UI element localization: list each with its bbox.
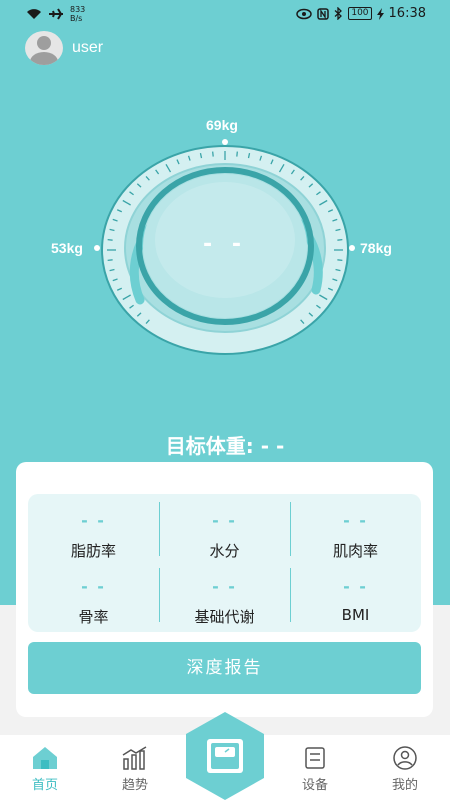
metric-value: - - [81, 577, 106, 596]
metric-body-fat[interactable]: - - 脂肪率 [28, 512, 159, 568]
avatar[interactable] [25, 31, 63, 65]
gauge-left-label: 53kg [51, 240, 83, 256]
gauge-tick [107, 259, 113, 261]
metric-value: - - [343, 577, 368, 596]
metric-muscle[interactable]: - - 肌肉率 [290, 512, 421, 568]
gauge-right-label: 78kg [360, 240, 392, 256]
tab-device[interactable]: 设备 [285, 745, 345, 793]
nfc-icon [317, 7, 330, 20]
device-icon [305, 747, 325, 769]
home-icon [33, 747, 57, 769]
airplane-icon [49, 8, 63, 20]
tab-home[interactable]: 首页 [15, 745, 75, 793]
metric-label: 基础代谢 [194, 608, 255, 626]
divider [159, 502, 160, 556]
battery-indicator: 100 [348, 7, 372, 20]
metric-label: 骨率 [78, 608, 109, 626]
gauge-tick [337, 239, 343, 241]
tab-home-label: 首页 [31, 778, 58, 793]
metric-value: - - [212, 577, 237, 596]
tab-mine-label: 我的 [391, 778, 418, 793]
metrics-grid: - - 脂肪率 - - 水分 - - 肌肉率 - - 骨率 - - 基础代谢 -… [28, 494, 421, 632]
metric-bmi[interactable]: - - BMI [290, 578, 421, 634]
target-weight: 目标体重: - - [165, 434, 285, 458]
status-bar: 833 B/s 100 16:38 [0, 0, 450, 28]
metric-value: - - [81, 511, 106, 530]
tab-trend[interactable]: 趋势 [105, 745, 165, 793]
divider [290, 502, 291, 556]
deep-report-button[interactable]: 深度报告 [28, 642, 421, 694]
profile-icon [393, 746, 417, 770]
weigh-button[interactable] [184, 710, 266, 800]
user-name: user [72, 39, 104, 56]
trend-chart-icon [122, 746, 147, 770]
clock: 16:38 [388, 6, 426, 21]
metric-value: - - [212, 511, 237, 530]
metric-label: 水分 [209, 542, 240, 560]
divider [159, 568, 160, 622]
tab-trend-label: 趋势 [121, 778, 148, 793]
charging-icon [376, 7, 384, 20]
metric-water[interactable]: - - 水分 [159, 512, 290, 568]
metric-bmr[interactable]: - - 基础代谢 [159, 578, 290, 634]
weight-gauge: 69kg 53kg 78kg - - [0, 100, 450, 380]
metric-label: 肌肉率 [332, 542, 378, 560]
gauge-tick [337, 259, 343, 261]
avatar-body [30, 52, 58, 65]
gauge-tick [236, 151, 238, 157]
divider [290, 568, 291, 622]
net-speed-value: 833 [70, 5, 86, 14]
tab-device-label: 设备 [301, 778, 328, 793]
wifi-icon [27, 9, 41, 19]
current-weight-value: - - [203, 232, 247, 257]
metric-value: - - [343, 511, 368, 530]
eye-icon [296, 8, 313, 19]
metric-bone[interactable]: - - 骨率 [28, 578, 159, 634]
network-speed: 833 B/s [70, 5, 85, 23]
bluetooth-icon [334, 7, 343, 20]
gauge-top-label: 69kg [206, 117, 238, 133]
gauge-tick [107, 239, 113, 241]
user-profile[interactable]: user [25, 31, 103, 65]
avatar-head [37, 36, 51, 50]
tab-mine[interactable]: 我的 [375, 745, 435, 793]
metric-label: BMI [341, 606, 370, 624]
metric-label: 脂肪率 [70, 542, 116, 560]
metrics-card: - - 脂肪率 - - 水分 - - 肌肉率 - - 骨率 - - 基础代谢 -… [16, 462, 433, 717]
gauge-tick [212, 151, 214, 157]
net-speed-unit: B/s [70, 14, 83, 23]
